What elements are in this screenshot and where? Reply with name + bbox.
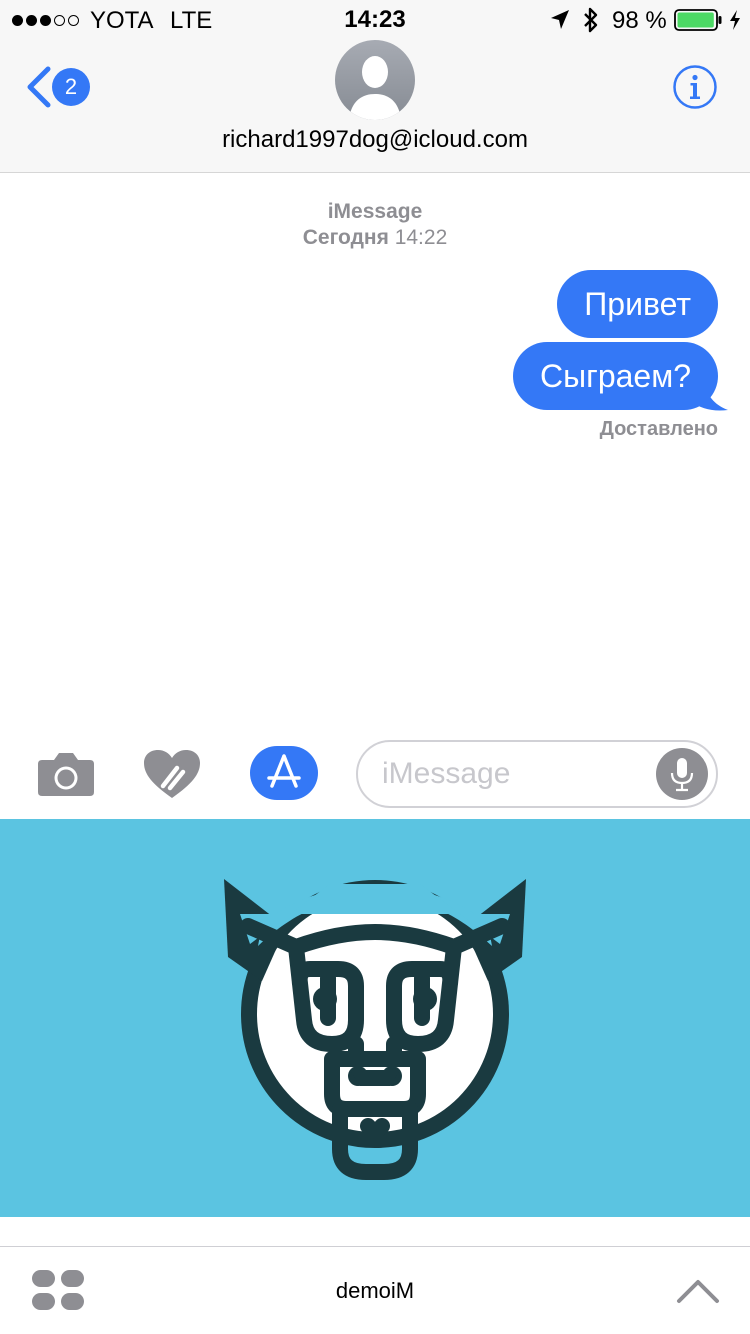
app-store-button[interactable] xyxy=(250,746,318,800)
contact-avatar[interactable] xyxy=(335,40,415,120)
timestamp-time: 14:22 xyxy=(394,226,448,249)
chevron-left-icon[interactable] xyxy=(24,66,52,108)
contact-address[interactable]: richard1997dog@icloud.com xyxy=(0,126,750,154)
chevron-up-icon[interactable] xyxy=(676,1276,720,1304)
bluetooth-icon xyxy=(584,7,598,33)
current-app-name: demoiM xyxy=(335,1278,415,1303)
unread-count-badge[interactable]: 2 xyxy=(52,68,90,106)
microphone-icon xyxy=(670,758,694,792)
bull-head-logo xyxy=(224,879,526,1180)
camera-icon[interactable] xyxy=(36,750,96,798)
service-label: iMessage xyxy=(327,200,423,223)
bubble-tail xyxy=(690,374,728,411)
digital-touch-heart-icon[interactable] xyxy=(142,748,202,800)
delivery-status: Доставлено xyxy=(599,418,718,440)
message-placeholder[interactable]: iMessage xyxy=(382,757,510,791)
app-store-icon xyxy=(267,754,301,788)
battery-percent: 98 % xyxy=(612,7,667,34)
location-arrow-icon xyxy=(551,10,569,29)
info-icon[interactable] xyxy=(672,64,718,110)
charging-bolt-icon xyxy=(730,10,740,30)
timestamp-day: Сегодня xyxy=(302,226,389,249)
microphone-button[interactable] xyxy=(656,748,708,800)
outgoing-message-bubble[interactable]: Сыграем? xyxy=(513,342,718,410)
outgoing-message-bubble[interactable]: Привет xyxy=(557,270,718,338)
message-timestamp: Сегодня 14:22 xyxy=(0,226,750,250)
tray-divider xyxy=(0,1246,750,1247)
person-silhouette-icon xyxy=(349,56,401,120)
battery-icon xyxy=(674,9,722,31)
